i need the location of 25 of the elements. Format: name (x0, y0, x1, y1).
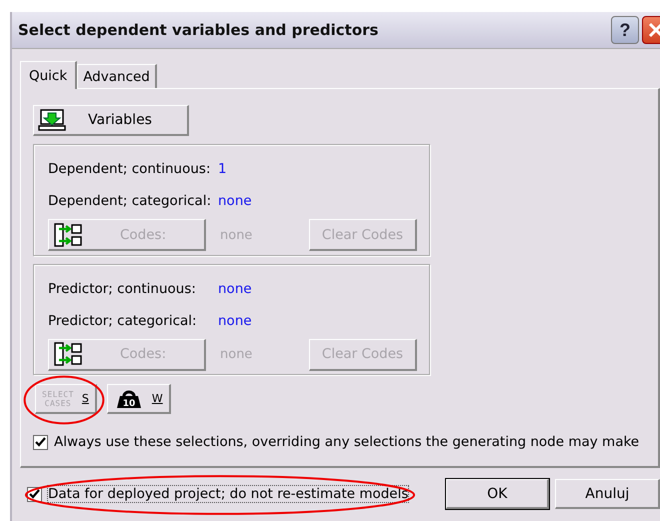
dialog-button[interactable]: Anuluj (555, 479, 660, 509)
monitor-arrow-icon (38, 109, 66, 132)
window-title: Select dependent variables and predictors (18, 21, 380, 39)
field-value: 1 (218, 161, 227, 178)
select-cases-icon: SELECT CASES (42, 390, 74, 408)
close-icon (646, 20, 660, 40)
variables-button[interactable]: Variables (33, 105, 189, 136)
codes-value: none (220, 228, 254, 243)
field-value: none (218, 193, 252, 210)
weight-button[interactable]: 10 W (106, 384, 171, 414)
field-label: Predictor; continuous: (48, 280, 197, 297)
checkbox-label: Data for deployed project; do not re-estimate models (48, 486, 408, 502)
tab[interactable]: Quick (20, 61, 78, 89)
field-value: none (218, 280, 252, 297)
field-label: Dependent; categorical: (48, 193, 212, 210)
tab[interactable]: Advanced (77, 64, 157, 88)
codes-value: none (220, 347, 254, 362)
field-label: Dependent; continuous: (48, 161, 212, 178)
mapping-arrows-icon (54, 342, 82, 366)
mapping-arrows-icon (54, 222, 82, 247)
help-button[interactable]: ? (611, 16, 639, 44)
checkbox[interactable] (33, 434, 48, 450)
field-value: none (218, 312, 252, 329)
dialog-button[interactable]: OK (446, 479, 550, 509)
field-label: Predictor; categorical: (48, 312, 198, 329)
